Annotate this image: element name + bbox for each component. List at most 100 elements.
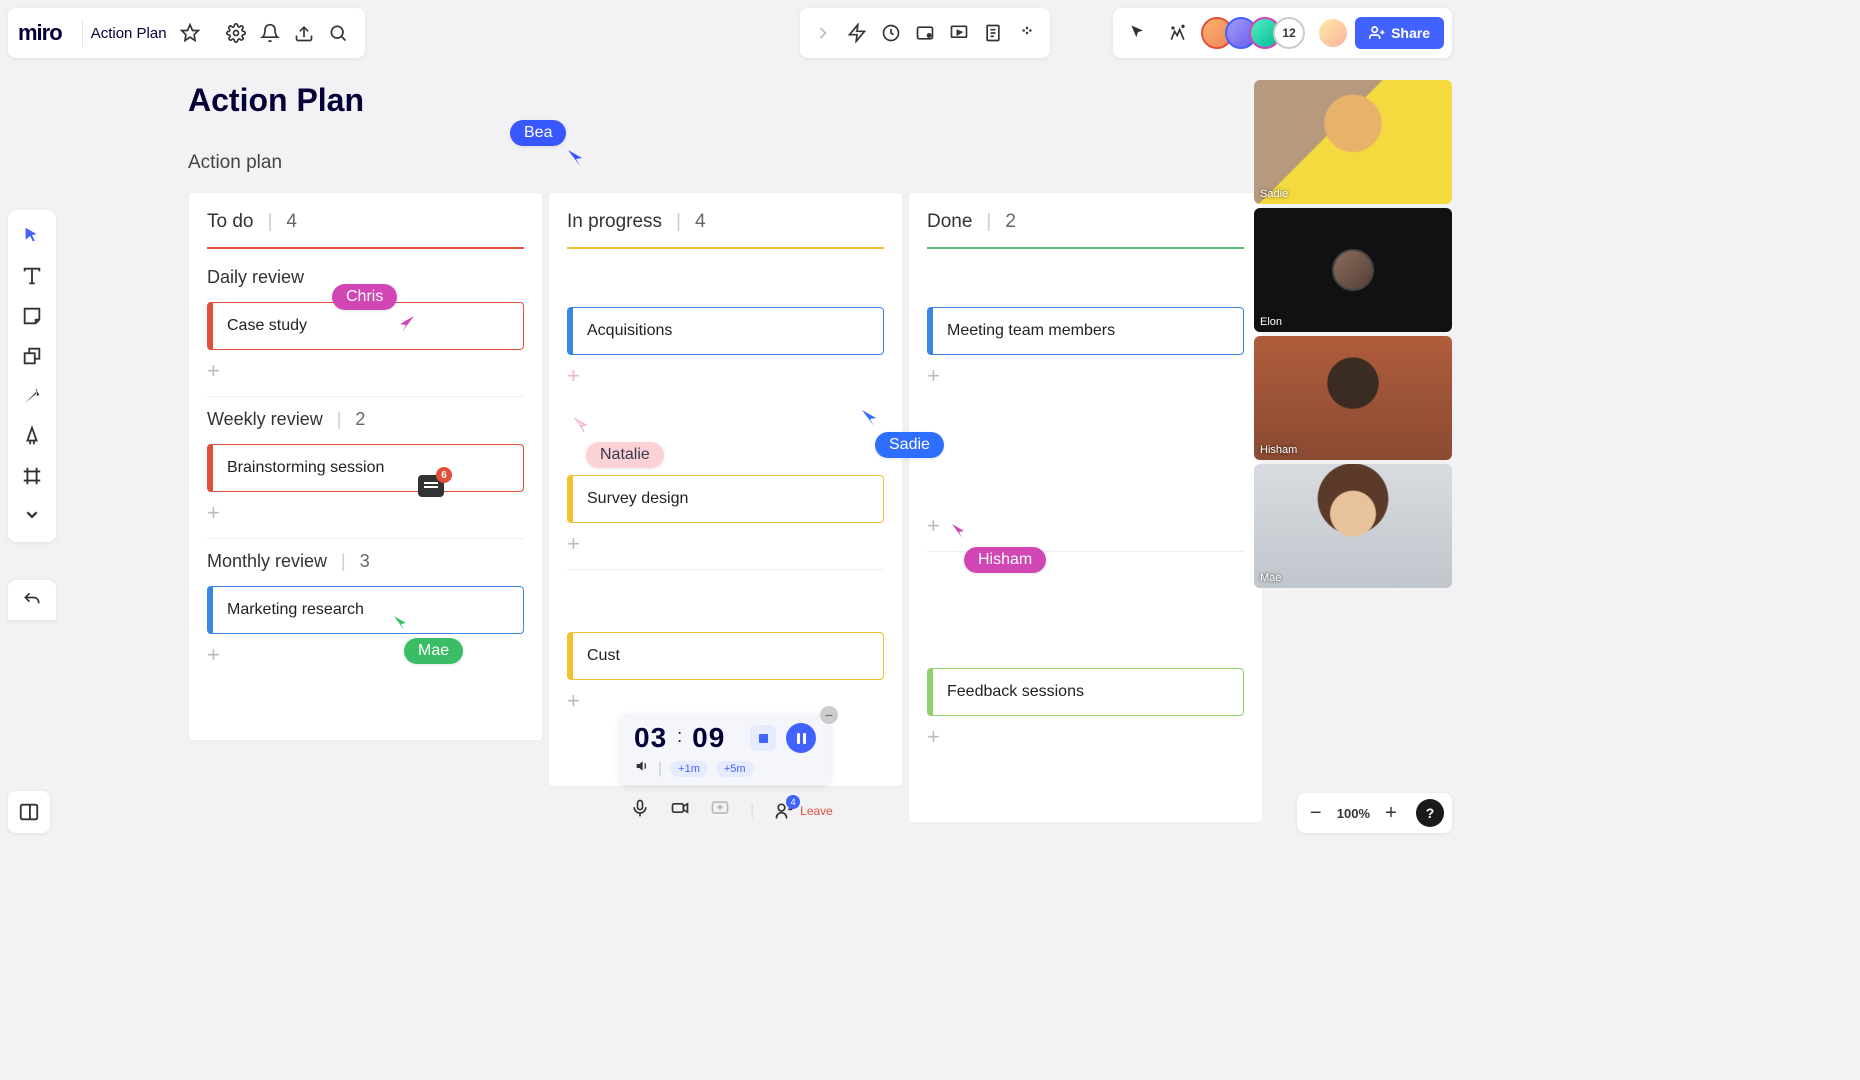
video-tile[interactable]: Hisham xyxy=(1254,336,1452,460)
screenshare-icon[interactable] xyxy=(710,798,730,823)
column-count: 4 xyxy=(695,211,706,233)
sticky-tool[interactable] xyxy=(12,296,52,336)
add-1m-button[interactable]: +1m xyxy=(670,761,708,777)
card[interactable]: Brainstorming session xyxy=(207,444,524,492)
search-icon[interactable] xyxy=(321,16,355,50)
cursor-tag-hisham: Hisham xyxy=(964,547,1046,573)
divider xyxy=(82,19,83,47)
page-subtitle: Action plan xyxy=(188,152,282,174)
presentation-icon[interactable] xyxy=(942,16,976,50)
add-card-button[interactable]: + xyxy=(927,726,1244,748)
board-name[interactable]: Action Plan xyxy=(91,25,167,42)
column-done: Done | 2 Meeting team members + + Feedba… xyxy=(908,192,1263,823)
add-card-button[interactable]: + xyxy=(927,365,1244,387)
add-card-button[interactable]: + xyxy=(927,515,1244,537)
card[interactable]: Meeting team members xyxy=(927,307,1244,355)
zoom-out-button[interactable]: − xyxy=(1305,802,1327,825)
lightning-icon[interactable] xyxy=(840,16,874,50)
export-icon[interactable] xyxy=(287,16,321,50)
help-button[interactable]: ? xyxy=(1416,799,1444,827)
column-rule xyxy=(207,247,524,249)
video-tile[interactable]: Elon xyxy=(1254,208,1452,332)
column-todo: To do | 4 Daily review Case study + Week… xyxy=(188,192,543,741)
undo-button[interactable] xyxy=(8,580,56,620)
more-tools[interactable] xyxy=(12,496,52,536)
video-name: Elon xyxy=(1260,316,1282,328)
topbar-collab-tools xyxy=(800,8,1050,58)
section-title: Weekly review xyxy=(207,409,323,430)
video-name: Hisham xyxy=(1260,444,1297,456)
notes-icon[interactable] xyxy=(976,16,1010,50)
self-avatar[interactable] xyxy=(1317,17,1349,49)
chevron-right-icon[interactable] xyxy=(806,16,840,50)
panel-toggle-button[interactable] xyxy=(8,791,50,833)
cursor-follow-icon[interactable] xyxy=(1121,16,1155,50)
column-header-prog: In progress | 4 xyxy=(567,211,884,233)
column-count: 2 xyxy=(1005,211,1016,233)
video-tile[interactable]: Mae xyxy=(1254,464,1452,588)
voting-icon[interactable] xyxy=(908,16,942,50)
section-title: Daily review xyxy=(207,267,304,288)
add-5m-button[interactable]: +5m xyxy=(716,761,754,777)
arrow-tool[interactable] xyxy=(12,376,52,416)
app-logo[interactable]: miro xyxy=(18,20,62,46)
zoom-controls: − 100% + ? xyxy=(1297,793,1452,833)
zoom-percent[interactable]: 100% xyxy=(1337,806,1370,821)
add-card-button[interactable]: + xyxy=(207,502,524,524)
video-tile[interactable]: Sadie xyxy=(1254,80,1452,204)
topbar-left: miro Action Plan xyxy=(8,8,365,58)
reactions-icon[interactable] xyxy=(1161,16,1195,50)
timer-minutes: 03 xyxy=(634,722,667,754)
add-card-button[interactable]: + xyxy=(207,644,524,666)
participant-count[interactable]: 12 xyxy=(1273,17,1305,49)
frame-tool[interactable] xyxy=(12,456,52,496)
select-tool[interactable] xyxy=(12,216,52,256)
comment-thread-icon[interactable]: 6 xyxy=(418,475,444,497)
section-title: Monthly review xyxy=(207,551,327,572)
shape-tool[interactable] xyxy=(12,336,52,376)
cursor-tag-natalie: Natalie xyxy=(586,442,664,468)
text-tool[interactable] xyxy=(12,256,52,296)
card[interactable]: Survey design xyxy=(567,475,884,523)
card[interactable]: Cust xyxy=(567,632,884,680)
left-toolbar xyxy=(8,210,56,542)
column-title: Done xyxy=(927,211,972,233)
cursor-pointer-icon xyxy=(398,314,418,334)
cursor-tag-mae: Mae xyxy=(404,638,463,664)
cursor-tag-sadie: Sadie xyxy=(875,432,944,458)
bell-icon[interactable] xyxy=(253,16,287,50)
leave-label: Leave xyxy=(800,804,833,818)
card[interactable]: Marketing research xyxy=(207,586,524,634)
share-button[interactable]: Share xyxy=(1355,17,1444,49)
cursor-pointer-icon xyxy=(572,416,590,434)
participant-avatars[interactable]: 12 xyxy=(1201,17,1305,49)
pen-tool[interactable] xyxy=(12,416,52,456)
speaker-icon[interactable] xyxy=(634,758,650,779)
call-controls: | 4 Leave xyxy=(630,798,833,823)
people-badge: 4 xyxy=(786,795,800,809)
video-name: Mae xyxy=(1260,572,1281,584)
cursor-tag-chris: Chris xyxy=(332,284,397,310)
mic-icon[interactable] xyxy=(630,798,650,823)
more-icon[interactable] xyxy=(1010,16,1044,50)
collapse-icon[interactable]: − xyxy=(820,706,838,724)
stop-button[interactable] xyxy=(750,725,776,751)
add-card-button[interactable]: + xyxy=(567,533,884,555)
column-rule xyxy=(567,247,884,249)
star-icon[interactable] xyxy=(173,16,207,50)
zoom-in-button[interactable]: + xyxy=(1380,802,1402,825)
add-card-button[interactable]: + xyxy=(567,365,884,387)
leave-button[interactable]: 4 Leave xyxy=(774,801,833,821)
column-in-progress: In progress | 4 Acquisitions + Survey de… xyxy=(548,192,903,787)
pause-button[interactable] xyxy=(786,723,816,753)
card[interactable]: Acquisitions xyxy=(567,307,884,355)
card[interactable]: Feedback sessions xyxy=(927,668,1244,716)
camera-icon[interactable] xyxy=(670,798,690,823)
section-monthly: Monthly review | 3 xyxy=(207,551,524,572)
add-card-button[interactable]: + xyxy=(567,690,884,712)
timer-icon[interactable] xyxy=(874,16,908,50)
comment-count: 6 xyxy=(436,467,452,483)
cursor-tag-bea: Bea xyxy=(510,120,566,146)
settings-icon[interactable] xyxy=(219,16,253,50)
add-card-button[interactable]: + xyxy=(207,360,524,382)
